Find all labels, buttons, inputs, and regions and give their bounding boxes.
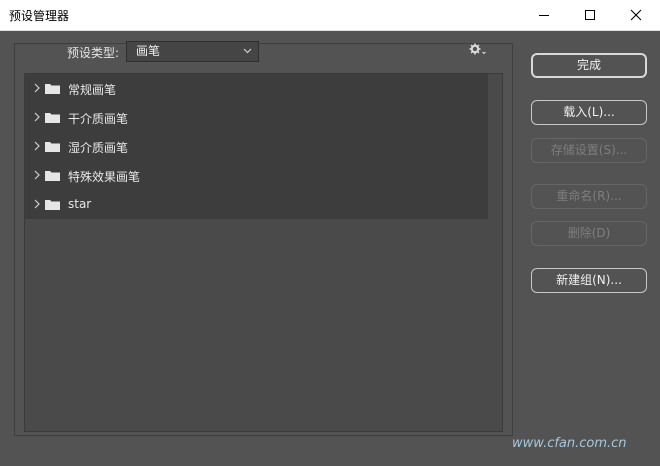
gear-icon	[469, 43, 486, 55]
new-group-button[interactable]: 新建组(N)...	[531, 268, 647, 293]
settings-menu-button[interactable]	[469, 43, 489, 57]
watermark: www.cfan.com.cn	[512, 436, 627, 451]
folder-icon	[45, 142, 60, 152]
chevron-right-icon[interactable]	[34, 170, 40, 180]
folder-icon	[45, 84, 60, 94]
preset-type-value: 画笔	[136, 44, 161, 58]
folder-icon	[45, 113, 60, 123]
close-button[interactable]	[613, 0, 659, 30]
list-item-label: 干介质画笔	[68, 112, 129, 126]
preset-list[interactable]: 常规画笔 干介质画笔 湿介质画笔 特殊效果画笔 star	[24, 73, 503, 432]
maximize-button[interactable]	[567, 0, 613, 30]
list-item-label: 湿介质画笔	[68, 141, 129, 155]
chevron-right-icon[interactable]	[34, 83, 40, 93]
save-settings-button[interactable]: 存储设置(S)...	[531, 138, 647, 163]
minimize-button[interactable]	[521, 0, 567, 30]
list-item[interactable]: 干介质画笔	[25, 103, 489, 132]
load-button[interactable]: 载入(L)...	[531, 100, 647, 125]
folder-icon	[45, 200, 60, 210]
list-item[interactable]: 湿介质画笔	[25, 132, 489, 161]
list-item-label: 常规画笔	[68, 83, 117, 97]
preset-type-select[interactable]: 画笔	[126, 41, 259, 62]
close-icon	[630, 9, 642, 21]
chevron-right-icon[interactable]	[34, 199, 40, 209]
list-item[interactable]: 特殊效果画笔	[25, 161, 489, 190]
maximize-icon	[585, 10, 595, 20]
preset-type-label: 预设类型:	[65, 44, 122, 61]
delete-button[interactable]: 删除(D)	[531, 221, 647, 246]
rename-button[interactable]: 重命名(R)...	[531, 184, 647, 209]
window-title: 预设管理器	[9, 9, 70, 23]
list-item[interactable]: star	[25, 190, 489, 219]
chevron-right-icon[interactable]	[34, 141, 40, 151]
list-item-label: star	[68, 197, 92, 211]
chevron-right-icon[interactable]	[34, 112, 40, 122]
folder-icon	[45, 171, 60, 181]
minimize-icon	[539, 15, 549, 16]
done-button[interactable]: 完成	[531, 53, 647, 78]
chevron-down-icon	[243, 48, 252, 54]
list-scrollbar[interactable]	[488, 74, 502, 431]
title-bar: 预设管理器	[0, 0, 660, 31]
list-item[interactable]: 常规画笔	[25, 74, 489, 103]
list-item-label: 特殊效果画笔	[68, 170, 141, 184]
